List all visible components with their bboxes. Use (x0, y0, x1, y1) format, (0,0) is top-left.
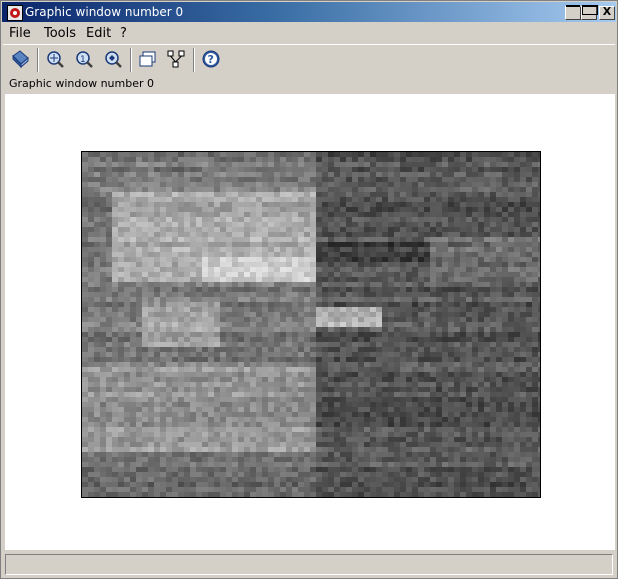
graphic-window: Graphic window number 0 X File Tools Edi… (0, 0, 618, 579)
datatip-button[interactable] (165, 48, 187, 70)
toolbar-separator (37, 48, 39, 72)
matrix-image-plot[interactable] (81, 151, 541, 498)
maximize-icon (582, 5, 598, 15)
pan-zoom-button[interactable] (102, 48, 124, 70)
window-title: Graphic window number 0 (25, 5, 184, 19)
minimize-icon (566, 5, 580, 7)
svg-text:1: 1 (80, 55, 86, 65)
title-bar[interactable]: Graphic window number 0 X (2, 2, 616, 22)
zoom-icon (47, 51, 64, 68)
menu-help[interactable]: ? (120, 26, 127, 41)
unzoom-icon: 1 (76, 51, 93, 68)
figure-window-button[interactable] (137, 48, 159, 70)
menu-tools[interactable]: Tools (44, 26, 76, 41)
maximize-button[interactable] (581, 5, 598, 20)
menu-edit[interactable]: Edit (86, 26, 111, 41)
toolbar-separator (130, 48, 132, 72)
menu-file[interactable]: File (9, 26, 31, 41)
datatip-icon (167, 50, 185, 68)
help-button[interactable]: ? (200, 48, 222, 70)
close-button[interactable]: X (599, 5, 615, 20)
zoom-button[interactable] (44, 48, 66, 70)
close-icon: X (602, 5, 612, 18)
pan-zoom-icon (105, 51, 122, 68)
toolbar: 1 ? (3, 44, 615, 75)
minimize-button[interactable] (565, 5, 581, 20)
svg-text:?: ? (208, 53, 214, 66)
rotate-icon (12, 50, 29, 69)
info-label: Graphic window number 0 (9, 77, 154, 90)
status-bar (5, 554, 613, 575)
figure-window-icon (139, 51, 156, 67)
rotate-button[interactable] (9, 48, 31, 70)
unzoom-button[interactable]: 1 (73, 48, 95, 70)
graphic-canvas[interactable] (5, 94, 615, 550)
matrix-image (82, 152, 540, 497)
help-icon: ? (202, 50, 220, 68)
toolbar-separator (193, 48, 195, 72)
scilab-icon[interactable] (7, 5, 23, 21)
